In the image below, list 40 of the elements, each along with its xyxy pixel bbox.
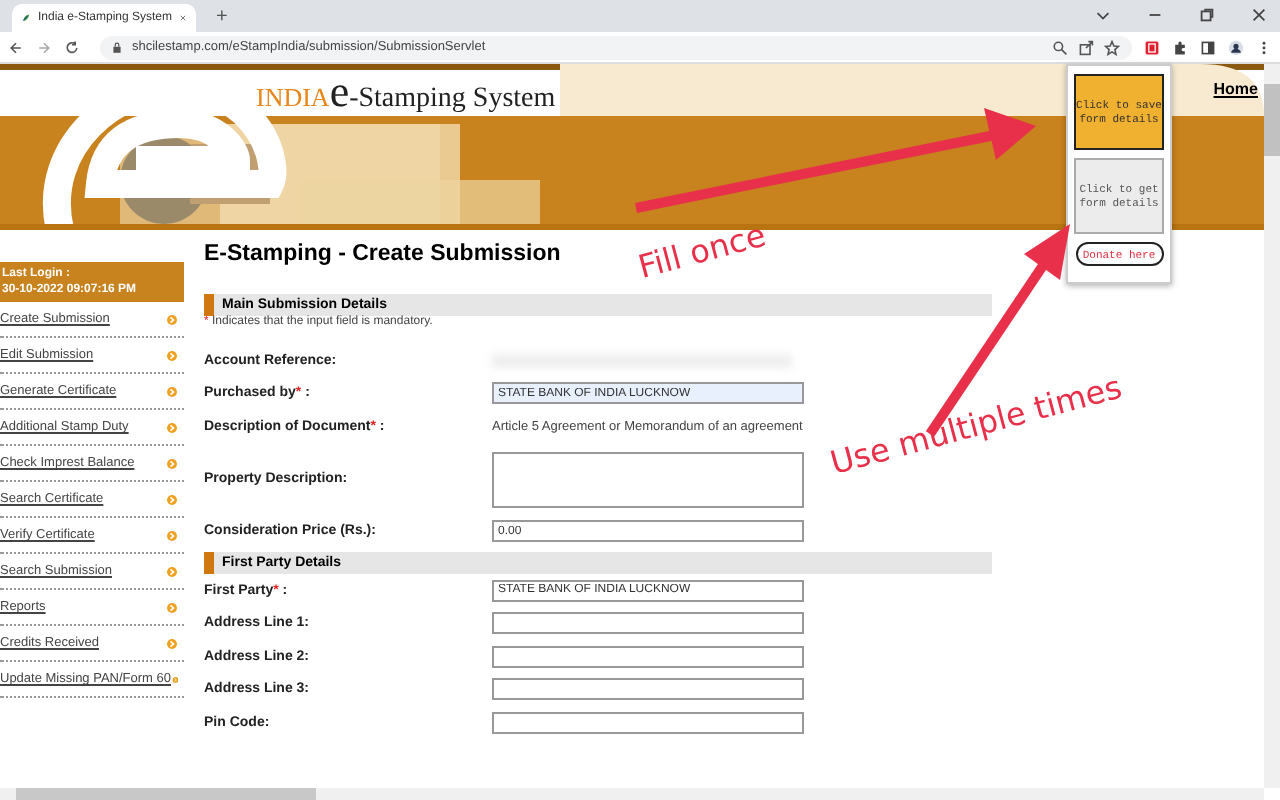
extension-icon[interactable]: [1144, 39, 1160, 55]
side-panel-icon[interactable]: [1200, 39, 1216, 55]
arrow-bullet-icon: [166, 349, 178, 361]
annotation-text: Use multiple times: [826, 367, 1126, 482]
arrow-bullet-icon: [166, 313, 178, 325]
close-icon[interactable]: [1250, 6, 1268, 24]
horizontal-scrollbar[interactable]: [0, 788, 1264, 800]
arrow-bullet-icon: [166, 493, 178, 505]
share-icon[interactable]: [1078, 39, 1094, 55]
logo-letter: e: [329, 72, 350, 112]
lock-icon: [112, 41, 122, 53]
home-link[interactable]: Home: [1213, 80, 1258, 98]
zoom-icon[interactable]: [1052, 39, 1068, 55]
arrow-bullet-icon: [166, 421, 178, 433]
input-field[interactable]: [492, 612, 804, 635]
arrow-bullet-icon: [166, 565, 178, 577]
arrow-bullet-icon: [171, 673, 178, 685]
arrow-bullet-icon: [166, 601, 178, 613]
input-field[interactable]: [492, 645, 804, 668]
new-tab-button[interactable]: +: [216, 6, 228, 30]
input-field[interactable]: [492, 711, 804, 734]
back-arrow-icon[interactable]: [8, 39, 24, 55]
star-icon[interactable]: [1104, 39, 1120, 55]
logo-text: -Stamping System: [349, 84, 556, 116]
leaf-icon: [22, 10, 30, 26]
restore-icon[interactable]: [1198, 6, 1216, 24]
logo-text: INDIA: [256, 82, 330, 114]
arrow-bullet-icon: [166, 529, 178, 541]
input-field[interactable]: [492, 678, 804, 701]
vertical-scrollbar[interactable]: [1264, 64, 1280, 788]
reload-icon[interactable]: [64, 39, 80, 55]
text-area[interactable]: [492, 451, 804, 507]
page-title: E-Stamping - Create Submission: [204, 240, 561, 270]
annotation-text: Fill once: [634, 215, 770, 286]
close-icon[interactable]: [180, 12, 186, 24]
puzzle-icon[interactable]: [1172, 39, 1188, 55]
arrow-bullet-icon: [166, 385, 178, 397]
avatar-icon[interactable]: [1228, 39, 1244, 55]
arrow-bullet-icon: [166, 637, 178, 649]
arrow-bullet-icon: [166, 457, 178, 469]
